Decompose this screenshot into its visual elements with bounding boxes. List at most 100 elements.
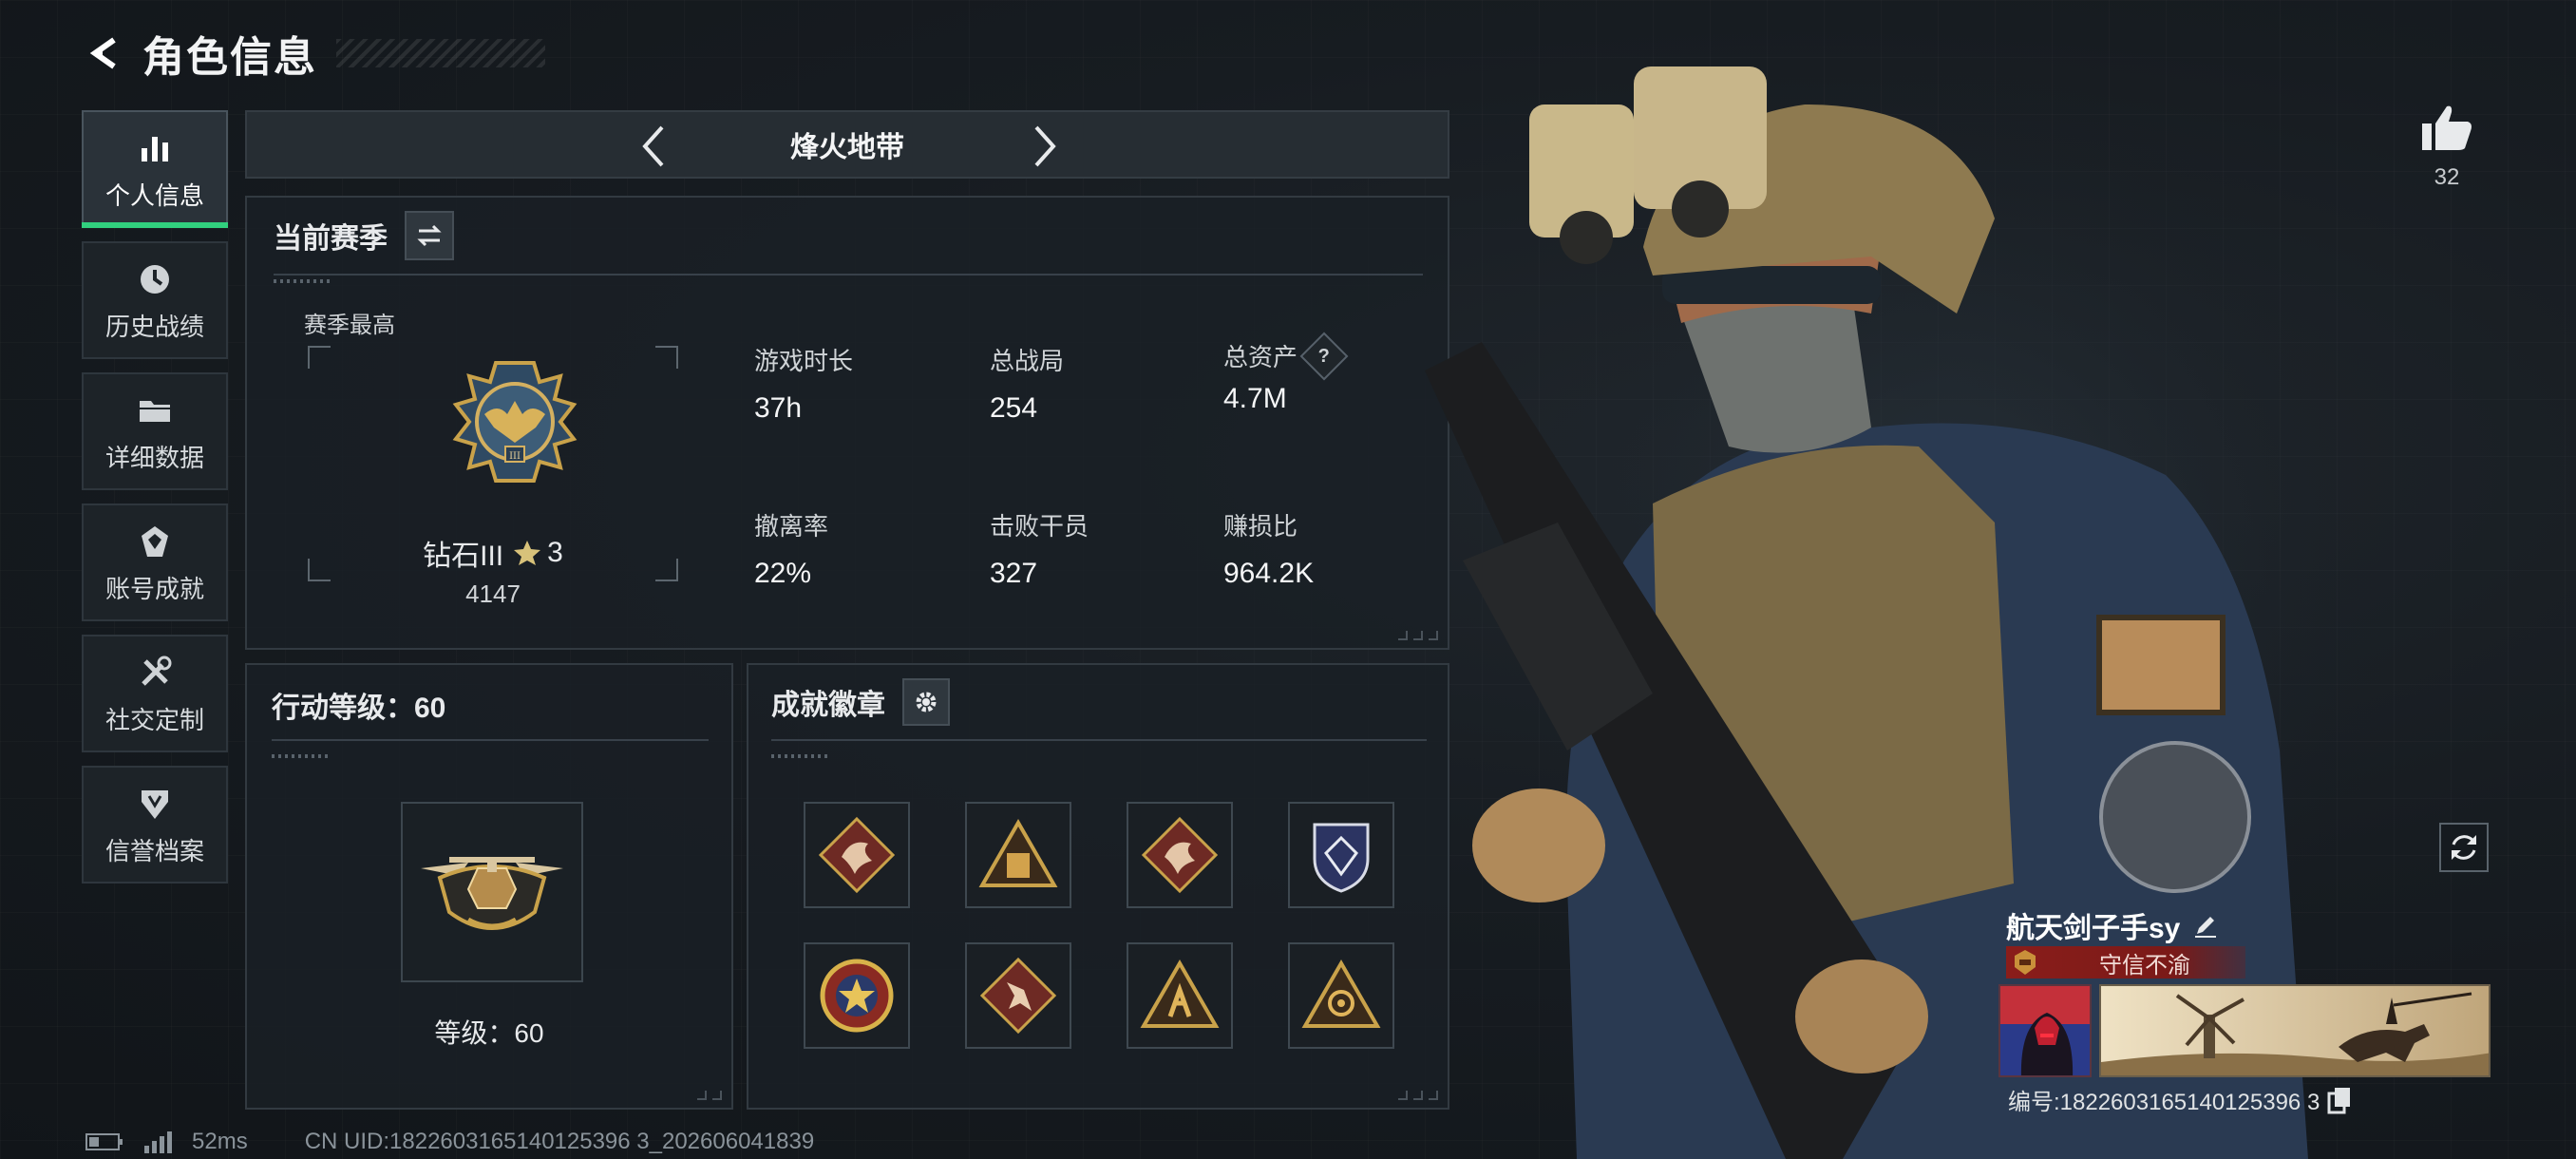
stat-value: 254	[990, 392, 1038, 424]
level-panel: 行动等级：60 等级：60	[245, 663, 733, 1110]
page-header: 角色信息	[82, 27, 545, 81]
sidebar-item-label: 社交定制	[104, 705, 204, 734]
stat-label: 总资产	[1223, 343, 1298, 371]
shield-icon	[134, 783, 176, 825]
rank-frame: III 钻石III 3	[308, 346, 678, 581]
season-best-label: 赛季最高	[304, 313, 395, 338]
help-icon: ?	[1317, 345, 1331, 366]
star-medal-badge-icon	[820, 959, 894, 1033]
rank-score: 4147	[465, 580, 521, 608]
like-count: 32	[2434, 164, 2460, 190]
rank-name: 钻石III	[423, 541, 504, 572]
chevron-left-icon	[642, 125, 664, 167]
crest-badge-icon	[1313, 823, 1370, 893]
pyramid-fighter-badge-icon	[1140, 959, 1220, 1028]
sidebar-item-label: 账号成就	[104, 574, 204, 603]
swap-icon	[417, 224, 442, 247]
edit-icon[interactable]	[2191, 911, 2220, 940]
badge-slot[interactable]	[1288, 802, 1394, 908]
divider	[272, 739, 709, 741]
badge-slot[interactable]	[965, 802, 1071, 908]
divider	[771, 739, 1427, 741]
stat-total-matches: 总战局 254	[990, 342, 1064, 425]
badge-slot[interactable]	[965, 942, 1071, 1049]
sidebar-item-label: 个人信息	[104, 180, 204, 210]
sidebar-item-label: 信誉档案	[104, 836, 204, 865]
copy-icon[interactable]	[2327, 1086, 2352, 1114]
pyramid-badge-icon	[978, 818, 1058, 887]
refresh-icon	[2452, 835, 2476, 860]
player-title-banner: 守信不渝	[2006, 946, 2245, 978]
mode-next-button[interactable]	[1022, 124, 1068, 169]
badge-slot[interactable]	[1288, 942, 1394, 1049]
stat-play-time: 游戏时长 37h	[754, 342, 853, 425]
runner-badge-icon	[979, 957, 1057, 1035]
sidebar-item-achievements[interactable]: 账号成就	[82, 504, 228, 621]
player-name-row: 航天剑子手sy	[2006, 904, 2220, 946]
season-panel: 当前赛季 赛季最高 III 钻石III 3 4147 游戏时长 37h 总战局	[245, 196, 1449, 650]
divider	[274, 274, 1423, 276]
achievement-icon	[134, 521, 176, 562]
stat-value: 37h	[754, 392, 803, 424]
sidebar-item-label: 详细数据	[104, 443, 204, 472]
player-name: 航天剑子手sy	[2006, 913, 2181, 944]
folder-icon	[134, 390, 176, 431]
bar-chart-icon	[134, 127, 176, 169]
dragon-badge-icon	[1141, 816, 1219, 894]
stat-label-row: 总资产 ?	[1223, 332, 1349, 380]
name-card-banner[interactable]	[2099, 984, 2491, 1077]
battery-icon	[85, 1133, 123, 1150]
uid-text: CN UID:1822603165140125396 3_20260604183…	[304, 1129, 815, 1154]
signal-icon	[144, 1131, 172, 1153]
stat-label: 击败干员	[990, 512, 1089, 541]
ping-text: 52ms	[192, 1129, 248, 1154]
player-title-text: 守信不渝	[2099, 952, 2190, 978]
season-title: 当前赛季	[274, 223, 388, 255]
stat-label: 总战局	[990, 347, 1065, 375]
sidebar-item-credit-record[interactable]: 信誉档案	[82, 766, 228, 884]
clock-icon	[134, 258, 176, 300]
svg-text:III: III	[509, 451, 521, 462]
rank-name-row: 钻石III 3	[308, 532, 678, 574]
sidebar: 个人信息 历史战绩 详细数据 账号成就 社交定制 信誉档案	[82, 110, 228, 897]
sidebar-item-history[interactable]: 历史战绩	[82, 241, 228, 359]
back-button[interactable]	[82, 30, 127, 76]
season-switch-button[interactable]	[405, 211, 454, 260]
divider-ticks	[771, 754, 828, 758]
help-button[interactable]: ?	[1299, 332, 1349, 380]
level-title: 行动等级：60	[272, 693, 446, 724]
like-button[interactable]: 32	[2420, 103, 2473, 191]
stat-value: 4.7M	[1223, 383, 1287, 414]
badge-settings-button[interactable]	[902, 678, 950, 726]
sidebar-item-detail-data[interactable]: 详细数据	[82, 372, 228, 490]
sidebar-item-social-custom[interactable]: 社交定制	[82, 635, 228, 752]
level-text: 等级：60	[434, 1018, 544, 1048]
badge-slot[interactable]	[804, 942, 910, 1049]
badge-slot[interactable]	[1127, 802, 1233, 908]
back-arrow-icon	[89, 37, 116, 69]
eye-pyramid-badge-icon	[1301, 959, 1381, 1028]
stat-label: 赚损比	[1223, 512, 1298, 541]
corner-decoration	[697, 1091, 722, 1100]
badge-panel: 成就徽章	[747, 663, 1449, 1110]
level-emblem-box	[401, 802, 583, 982]
mode-selector: 烽火地带	[245, 110, 1449, 179]
stat-label: 游戏时长	[754, 347, 854, 375]
badge-grid	[804, 802, 1394, 1049]
mode-prev-button[interactable]	[631, 124, 676, 169]
title-emblem-icon	[2006, 946, 2044, 978]
diamond-rank-emblem-icon: III	[448, 355, 581, 488]
divider-ticks	[272, 754, 329, 758]
badge-slot[interactable]	[804, 802, 910, 908]
status-bar: 52ms CN UID:1822603165140125396 3_202606…	[85, 1129, 814, 1155]
page-title: 角色信息	[142, 34, 317, 81]
rank-stars: 3	[547, 537, 563, 568]
player-id-row: 编号:1822603165140125396 3	[2008, 1083, 2352, 1116]
helicopter-level-emblem-icon	[421, 857, 563, 930]
thumbs-up-icon	[2422, 105, 2472, 150]
avatar[interactable]	[1998, 984, 2092, 1077]
mode-title: 烽火地带	[790, 132, 904, 163]
sidebar-item-personal-info[interactable]: 个人信息	[82, 110, 228, 228]
badge-slot[interactable]	[1127, 942, 1233, 1049]
refresh-button[interactable]	[2439, 823, 2489, 872]
